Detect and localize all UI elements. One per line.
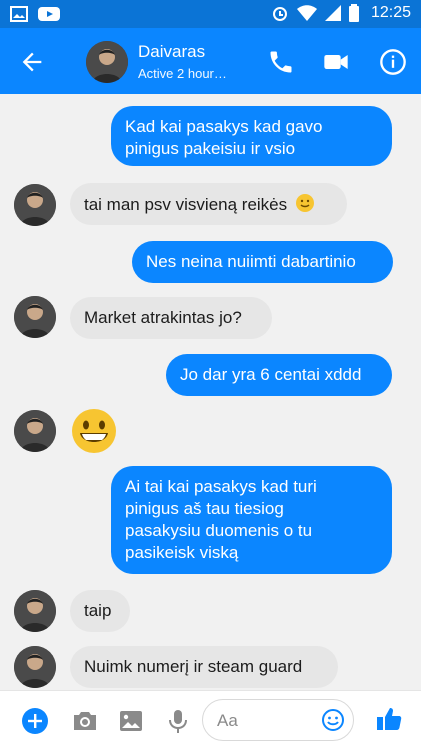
phone-icon[interactable] bbox=[267, 48, 295, 76]
sender-avatar[interactable] bbox=[14, 646, 56, 688]
signal-icon bbox=[324, 5, 341, 21]
message-line: pinigus pakeisiu ir vsio bbox=[125, 139, 296, 158]
contact-avatar[interactable] bbox=[86, 41, 128, 83]
microphone-icon[interactable] bbox=[163, 706, 193, 736]
video-icon[interactable] bbox=[322, 48, 350, 76]
back-arrow-icon[interactable] bbox=[18, 48, 46, 76]
sender-avatar[interactable] bbox=[14, 590, 56, 632]
status-bar: 12:25 bbox=[0, 0, 421, 28]
message-text: taip bbox=[84, 601, 112, 620]
message-list[interactable]: Kad kai pasakys kad gavo pinigus pakeisi… bbox=[0, 94, 421, 688]
message-text: Jo dar yra 6 centai xddd bbox=[180, 365, 362, 384]
message-bubble-incoming[interactable]: tai man psv visvieną reikės bbox=[70, 183, 347, 225]
message-bubble-incoming[interactable]: Market atrakintas jo? bbox=[70, 297, 272, 339]
active-status: Active 2 hour… bbox=[138, 66, 227, 81]
camera-icon[interactable] bbox=[70, 706, 100, 736]
message-line: pasakysiu duomenis o tu bbox=[125, 521, 313, 540]
conversation-header: Daivaras Active 2 hour… bbox=[0, 28, 421, 94]
message-line: pinigus aš tau tiesiog bbox=[125, 499, 284, 518]
battery-icon bbox=[348, 4, 359, 22]
like-thumb-icon[interactable] bbox=[374, 704, 404, 734]
sender-avatar[interactable] bbox=[14, 410, 56, 452]
info-icon[interactable] bbox=[379, 48, 407, 76]
message-bubble-incoming[interactable]: Nuimk numerį ir steam guard bbox=[70, 646, 338, 688]
message-bubble-outgoing[interactable]: Ai tai kai pasakys kad turi pinigus aš t… bbox=[111, 466, 392, 574]
plus-icon[interactable] bbox=[20, 706, 50, 736]
message-line: Kad kai pasakys kad gavo bbox=[125, 117, 323, 136]
message-text: Nes neina nuiimti dabartinio bbox=[146, 252, 356, 271]
message-input[interactable]: Aa bbox=[202, 699, 354, 741]
message-bubble-outgoing[interactable]: Nes neina nuiimti dabartinio bbox=[132, 241, 393, 283]
sender-avatar[interactable] bbox=[14, 296, 56, 338]
slight-smile-icon bbox=[295, 194, 314, 212]
message-text: tai man psv visvieną reikės bbox=[84, 195, 288, 214]
alarm-icon bbox=[272, 7, 287, 21]
status-time: 12:25 bbox=[370, 4, 411, 21]
contact-name[interactable]: Daivaras bbox=[138, 42, 205, 62]
message-text: Nuimk numerį ir steam guard bbox=[84, 657, 303, 676]
emoji-icon[interactable] bbox=[321, 708, 345, 732]
message-bubble-outgoing[interactable]: Kad kai pasakys kad gavo pinigus pakeisi… bbox=[111, 106, 392, 166]
youtube-icon bbox=[38, 7, 60, 21]
grin-emoji-icon[interactable] bbox=[70, 407, 118, 455]
sender-avatar[interactable] bbox=[14, 184, 56, 226]
message-bubble-incoming[interactable]: taip bbox=[70, 590, 130, 632]
image-icon bbox=[10, 6, 28, 22]
message-bubble-outgoing[interactable]: Jo dar yra 6 centai xddd bbox=[166, 354, 392, 396]
message-text: Market atrakintas jo? bbox=[84, 308, 242, 327]
message-line: Ai tai kai pasakys kad turi bbox=[125, 477, 317, 496]
wifi-icon bbox=[296, 5, 317, 21]
composer-bar: Aa bbox=[0, 690, 421, 751]
gallery-icon[interactable] bbox=[116, 706, 146, 736]
message-line: pasikeisk viską bbox=[125, 543, 239, 562]
message-input-placeholder: Aa bbox=[217, 711, 238, 730]
